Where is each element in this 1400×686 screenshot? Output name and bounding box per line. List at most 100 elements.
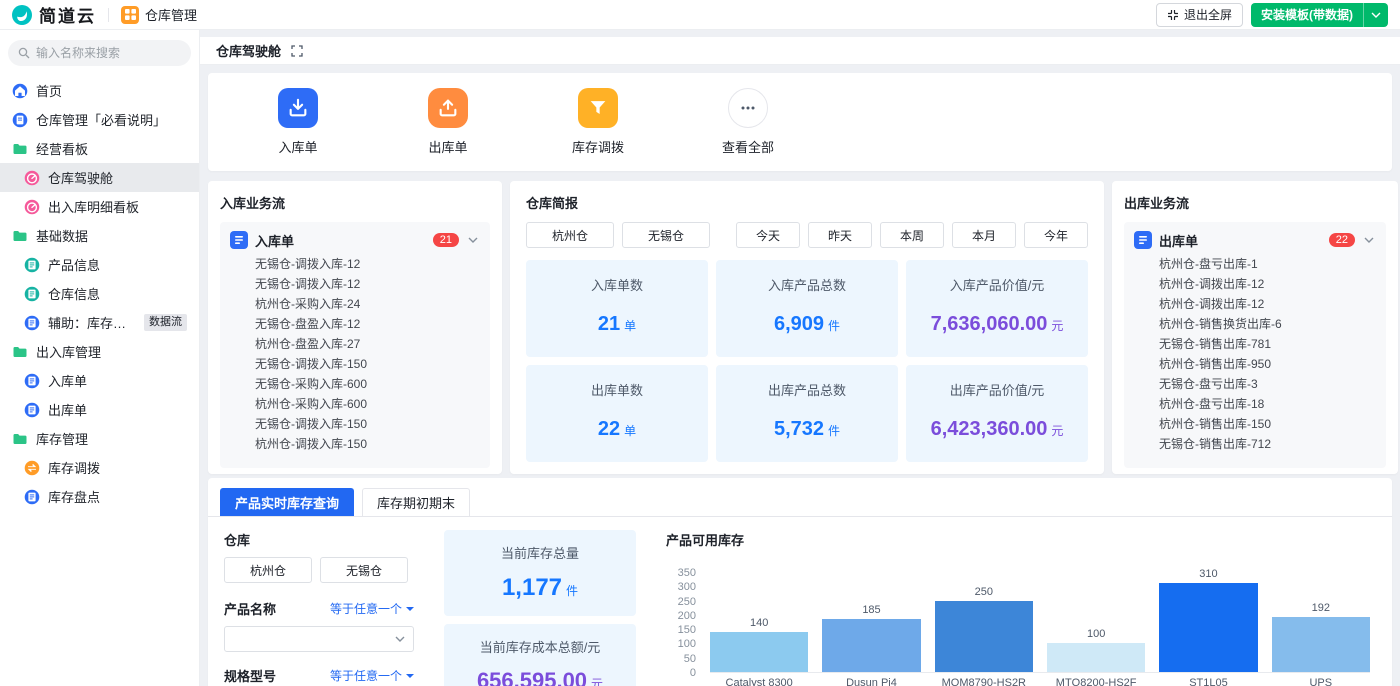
chevron-down-icon[interactable] — [466, 235, 480, 245]
sidebar-item[interactable]: 库存盘点 — [0, 482, 199, 511]
filter-operator-label: 等于任意一个 — [329, 602, 402, 616]
bar-slot: 192 — [1271, 602, 1370, 672]
flow-list-item[interactable]: 无锡仓-销售出库-781 — [1134, 334, 1376, 354]
sidebar-item-label: 基础数据 — [36, 229, 89, 244]
filter-operator-dropdown[interactable]: 等于任意一个 — [330, 667, 414, 684]
brand: 简道云 — [12, 2, 96, 27]
data-flow-tag: 数据流 — [144, 314, 187, 331]
x-axis-label: ST1L05 — [1189, 677, 1228, 686]
stat-value: 22 单 — [597, 418, 637, 440]
flow-list-item[interactable]: 杭州仓-盘盈入库-27 — [230, 334, 480, 354]
sidebar-item[interactable]: 首页 — [0, 76, 199, 105]
sidebar-item[interactable]: 产品信息 — [0, 250, 199, 279]
inventory-chart-area: 产品可用库存 0 50 100 150 200 250 300 350 140 185 250 10… — [666, 530, 1376, 686]
sidebar-group[interactable]: 出入库管理 — [0, 337, 199, 366]
search-icon — [18, 47, 30, 59]
bar — [934, 600, 1033, 672]
y-axis-label: 150 — [677, 624, 696, 637]
flow-list-item[interactable]: 无锡仓-调拨入库-12 — [230, 254, 480, 274]
y-axis-label: 300 — [677, 581, 696, 594]
x-axis-label: MQM8790-HS2R — [941, 677, 1026, 686]
topbar-divider — [108, 7, 109, 22]
stat-label: 当前库存成本总额/元 — [479, 640, 601, 655]
sidebar-item-label: 库存管理 — [36, 432, 89, 447]
install-template-button[interactable]: 安装模板(带数据) — [1251, 2, 1388, 27]
flow-list-item[interactable]: 杭州仓-盘亏出库-1 — [1134, 254, 1376, 274]
quick-action-outbound[interactable]: 出库单 — [416, 88, 480, 156]
flow-list-item[interactable]: 杭州仓-采购入库-24 — [230, 294, 480, 314]
quick-action-transfer[interactable]: 库存调拨 — [566, 88, 630, 156]
flow-list-item[interactable]: 杭州仓-销售出库-950 — [1134, 354, 1376, 374]
time-filter-button[interactable]: 今年 — [1024, 222, 1088, 248]
chevron-down-icon[interactable] — [1362, 235, 1376, 245]
exit-fullscreen-button[interactable]: 退出全屏 — [1155, 2, 1243, 27]
y-axis-label: 200 — [677, 609, 696, 622]
sidebar-item[interactable]: 出入库明细看板 — [0, 192, 199, 221]
flow-list-item[interactable]: 无锡仓-盘亏出库-3 — [1134, 374, 1376, 394]
flow-list-item[interactable]: 杭州仓-销售换货出库-6 — [1134, 314, 1376, 334]
stat-tile: 入库产品总数 6,909 件 — [716, 260, 898, 357]
warehouse-filter-button[interactable]: 无锡仓 — [622, 222, 710, 248]
sidebar-search[interactable] — [8, 40, 191, 66]
flow-list-item[interactable]: 杭州仓-销售出库-150 — [1134, 414, 1376, 434]
stat-tile: 出库产品价值/元 6,423,360.00 元 — [906, 365, 1088, 462]
flow-list-item[interactable]: 杭州仓-调拨出库-12 — [1134, 294, 1376, 314]
product-name-select[interactable] — [224, 626, 414, 652]
flow-list-item[interactable]: 无锡仓-调拨入库-150 — [230, 414, 480, 434]
time-filter-button[interactable]: 昨天 — [808, 222, 872, 248]
flow-list-item[interactable]: 杭州仓-调拨入库-150 — [230, 434, 480, 454]
bar — [710, 632, 809, 672]
search-input[interactable] — [36, 46, 181, 60]
sidebar-item[interactable]: 入库单 — [0, 366, 199, 395]
expand-fullscreen-icon[interactable] — [291, 44, 303, 57]
tab-realtime-inventory[interactable]: 产品实时库存查询 — [220, 488, 355, 516]
y-axis-label: 0 — [689, 667, 696, 679]
flow-list-item[interactable]: 杭州仓-采购入库-600 — [230, 394, 480, 414]
flow-list-item[interactable]: 无锡仓-采购入库-600 — [230, 374, 480, 394]
flow-list-item[interactable]: 无锡仓-调拨入库-150 — [230, 354, 480, 374]
sidebar-item[interactable]: 仓库信息 — [0, 279, 199, 308]
flow-list-item[interactable]: 杭州仓-调拨出库-12 — [1134, 274, 1376, 294]
time-filter-button[interactable]: 今天 — [736, 222, 800, 248]
flow-list-item[interactable]: 无锡仓-盘盈入库-12 — [230, 314, 480, 334]
dashboard-icon — [24, 199, 40, 215]
stat-value: 7,636,060.00 元 — [930, 313, 1064, 335]
stat-tile: 出库产品总数 5,732 件 — [716, 365, 898, 462]
sidebar-group[interactable]: 库存管理 — [0, 424, 199, 453]
sidebar-group[interactable]: 基础数据 — [0, 221, 199, 250]
sidebar-item[interactable]: 出库单 — [0, 395, 199, 424]
tab-period-inventory[interactable]: 库存期初期末 — [362, 488, 471, 516]
quick-action-view-all[interactable]: 查看全部 — [716, 88, 780, 156]
flow-list-title: 入库单 — [255, 233, 295, 249]
caret-down-icon — [406, 606, 414, 615]
x-axis-label: Catalyst 8300 — [725, 677, 793, 686]
current-app: 仓库管理 — [121, 5, 197, 24]
sidebar-group[interactable]: 经营看板 — [0, 134, 199, 163]
flow-list-item[interactable]: 无锡仓-调拨入库-12 — [230, 274, 480, 294]
flow-list-item[interactable]: 杭州仓-盘亏出库-18 — [1134, 394, 1376, 414]
sidebar-item-label: 入库单 — [48, 374, 88, 389]
flow-list-item[interactable]: 无锡仓-销售出库-712 — [1134, 434, 1376, 454]
warehouse-filter-button[interactable]: 杭州仓 — [526, 222, 614, 248]
warehouse-filter-button[interactable]: 无锡仓 — [320, 557, 408, 583]
stat-tile: 当前库存总量 1,177 件 — [444, 530, 636, 616]
sidebar-item-label: 库存盘点 — [48, 490, 101, 505]
sidebar-item[interactable]: 辅助：库存期初... 数据流 — [0, 308, 199, 337]
filter-operator-label: 等于任意一个 — [329, 669, 402, 683]
filter-operator-dropdown[interactable]: 等于任意一个 — [330, 600, 414, 617]
app-name: 仓库管理 — [145, 8, 198, 23]
time-filter-button[interactable]: 本月 — [952, 222, 1016, 248]
sidebar-item[interactable]: 仓库管理「必看说明」 — [0, 105, 199, 134]
chevron-down-icon[interactable] — [1364, 12, 1388, 18]
quick-action-inbound[interactable]: 入库单 — [266, 88, 330, 156]
stat-tile: 入库产品价值/元 7,636,060.00 元 — [906, 260, 1088, 357]
sidebar-item[interactable]: 仓库驾驶舱 — [0, 163, 199, 192]
warehouse-filter-button[interactable]: 杭州仓 — [224, 557, 312, 583]
time-filter-button[interactable]: 本周 — [880, 222, 944, 248]
x-axis-label: MTQ8200-HS2F — [1055, 677, 1137, 686]
sidebar-item-label: 辅助：库存期初... — [48, 316, 136, 331]
sidebar-item[interactable]: 库存调拨 — [0, 453, 199, 482]
outbound-order-icon — [428, 88, 468, 128]
warehouse-filter-group: 杭州仓 无锡仓 — [526, 222, 710, 248]
chart-title: 产品可用库存 — [666, 533, 745, 548]
